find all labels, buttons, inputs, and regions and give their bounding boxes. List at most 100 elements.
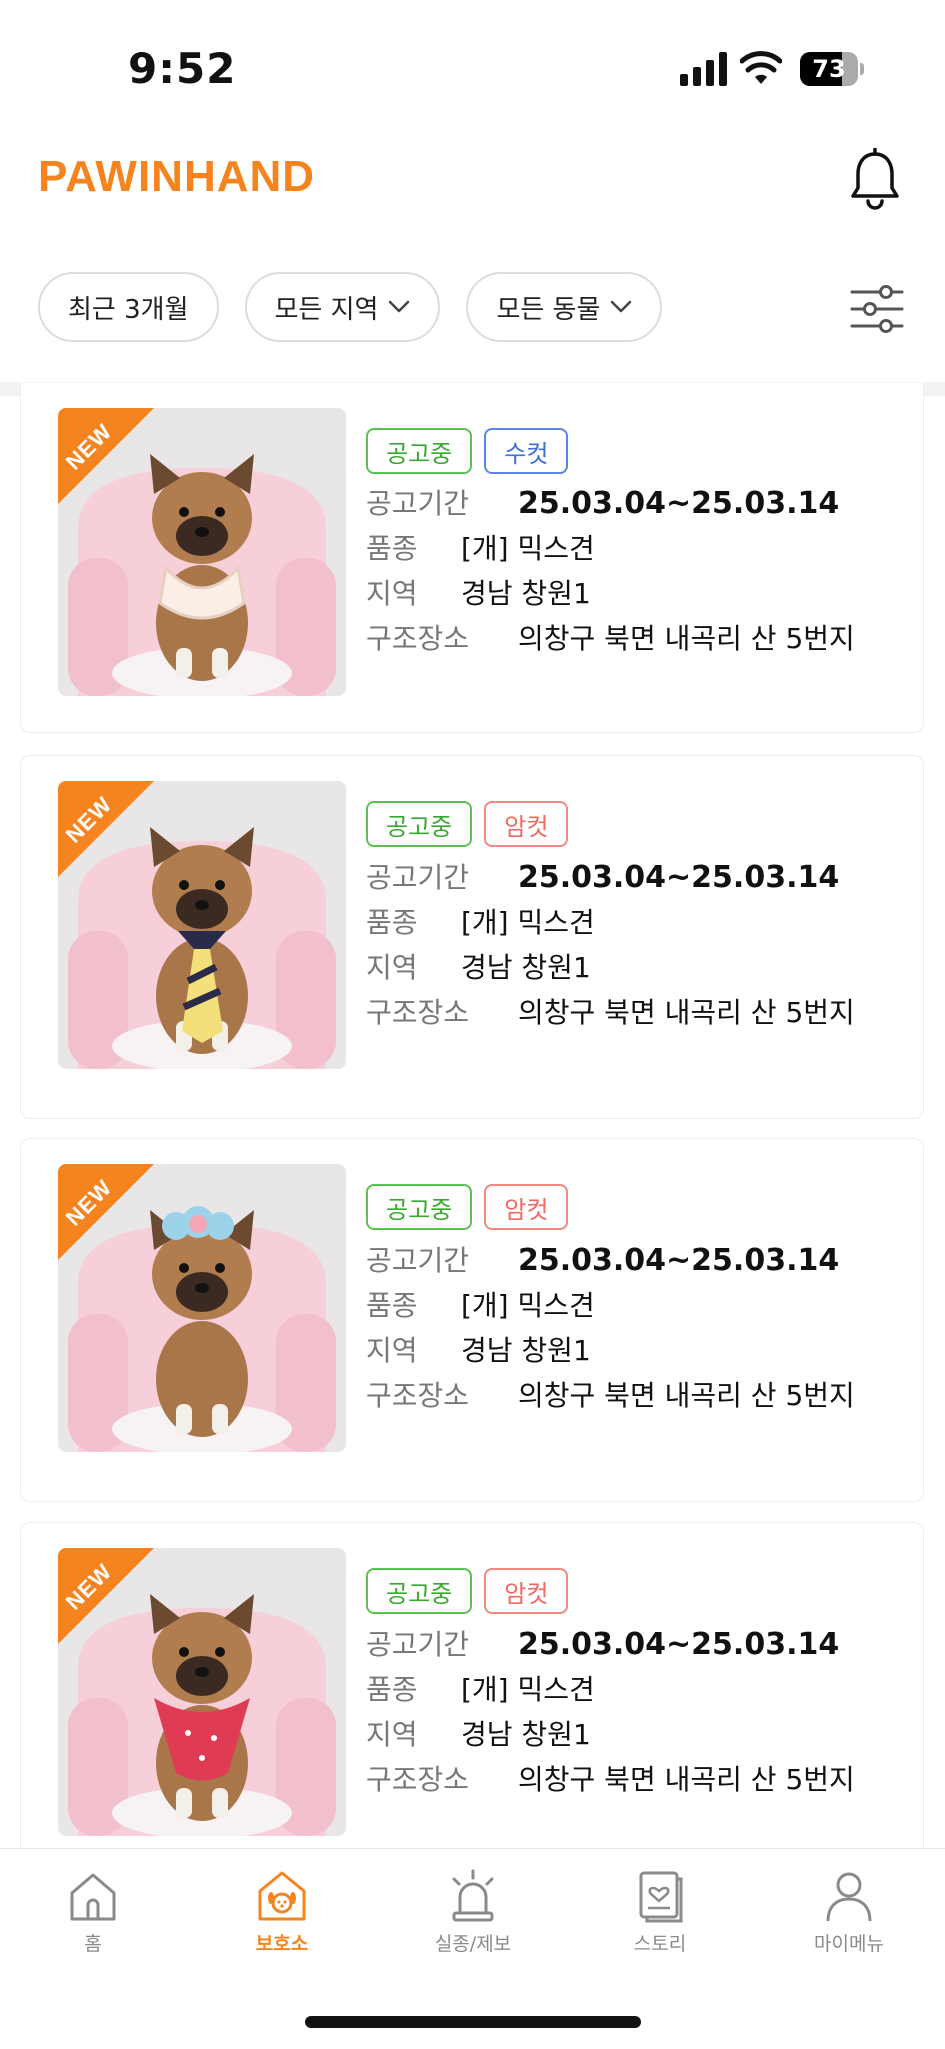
nav-label-story: 스토리 [633, 1933, 687, 1955]
animal-photo: NEW [58, 781, 346, 1069]
region-row: 지역 경남 창원1 [366, 1713, 591, 1753]
rescue-place-row: 구조장소 의창구 북면 내곡리 산 5번지 [366, 991, 855, 1031]
animal-card[interactable]: NEW 공고중 암컷 공고기간 25.03.04~25.03.14 품종 [개] 믹… [20, 1522, 924, 1886]
nav-item-shelter[interactable]: 보호소 [222, 1867, 342, 1956]
period-label: 공고기간 [366, 1244, 470, 1277]
animal-filter-label: 모든 동물 [496, 294, 601, 325]
status-bar: 9:52 73 [0, 0, 945, 120]
nav-item-story[interactable]: 스토리 [600, 1867, 720, 1956]
period-label: 공고기간 [366, 1628, 470, 1661]
period-row: 공고기간 25.03.04~25.03.14 [366, 856, 839, 896]
siren-icon [452, 1869, 494, 1922]
region-row: 지역 경남 창원1 [366, 946, 591, 986]
animal-photo: NEW [58, 408, 346, 696]
cellular-signal-icon [680, 52, 727, 86]
breed-row: 품종 [개] 믹스견 [366, 1284, 595, 1324]
rescue-place-label: 구조장소 [366, 996, 470, 1029]
person-icon [826, 1872, 872, 1922]
new-badge: NEW [58, 408, 154, 504]
period-label: 공고기간 [366, 487, 470, 520]
story-icon [639, 1871, 683, 1923]
notice-status-badge: 공고중 [366, 428, 473, 474]
wifi-icon [740, 51, 782, 84]
filter-bar: 최근 3개월 모든 지역 모든 동물 [38, 272, 663, 346]
region-label: 지역 [366, 951, 418, 984]
period-row: 공고기간 25.03.04~25.03.14 [366, 1623, 839, 1663]
home-indicator [305, 2016, 641, 2028]
status-time: 9:52 [128, 44, 237, 93]
region-value: 경남 창원1 [461, 951, 591, 984]
filter-settings-icon[interactable] [850, 282, 904, 336]
rescue-place-row: 구조장소 의창구 북면 내곡리 산 5번지 [366, 617, 855, 657]
breed-label: 품종 [366, 1289, 418, 1322]
region-value: 경남 창원1 [461, 1718, 591, 1751]
gender-badge: 암컷 [484, 1184, 569, 1230]
nav-label-shelter: 보호소 [255, 1933, 309, 1955]
nav-item-my-menu[interactable]: 마이메뉴 [789, 1867, 909, 1956]
period-filter-button[interactable]: 최근 3개월 [38, 272, 219, 342]
nav-label-home: 홈 [84, 1933, 102, 1955]
period-label: 공고기간 [366, 861, 470, 894]
nav-label-missing-report: 실종/제보 [434, 1933, 512, 1955]
breed-value: [개] 믹스견 [461, 1289, 595, 1322]
breed-row: 품종 [개] 믹스견 [366, 527, 595, 567]
breed-value: [개] 믹스견 [461, 906, 595, 939]
breed-row: 품종 [개] 믹스견 [366, 1668, 595, 1708]
region-value: 경남 창원1 [461, 577, 591, 610]
region-filter-label: 모든 지역 [274, 294, 379, 325]
rescue-place-row: 구조장소 의창구 북면 내곡리 산 5번지 [366, 1758, 855, 1798]
breed-value: [개] 믹스견 [461, 1673, 595, 1706]
notice-status-badge: 공고중 [366, 1184, 473, 1230]
period-row: 공고기간 25.03.04~25.03.14 [366, 1239, 839, 1279]
app-logo: PAWINHAND [38, 152, 316, 201]
period-row: 공고기간 25.03.04~25.03.14 [366, 482, 839, 522]
rescue-place-row: 구조장소 의창구 북면 내곡리 산 5번지 [366, 1374, 855, 1414]
battery-indicator: 73 [800, 52, 864, 86]
animal-filter-dropdown[interactable]: 모든 동물 [466, 272, 663, 342]
region-label: 지역 [366, 577, 418, 610]
breed-value: [개] 믹스견 [461, 532, 595, 565]
notice-status-badge: 공고중 [366, 801, 473, 847]
period-value: 25.03.04~25.03.14 [518, 1627, 840, 1662]
notice-status-badge: 공고중 [366, 1568, 473, 1614]
new-badge: NEW [58, 781, 154, 877]
rescue-place-value: 의창구 북면 내곡리 산 5번지 [518, 996, 855, 1029]
notification-bell-icon[interactable] [848, 148, 902, 210]
new-badge: NEW [58, 1548, 154, 1644]
nav-item-missing-report[interactable]: 실종/제보 [413, 1867, 533, 1956]
region-filter-dropdown[interactable]: 모든 지역 [244, 272, 441, 342]
chevron-down-icon [389, 300, 410, 313]
rescue-place-label: 구조장소 [366, 622, 470, 655]
home-icon [70, 1873, 116, 1921]
breed-label: 품종 [366, 906, 418, 939]
rescue-place-value: 의창구 북면 내곡리 산 5번지 [518, 1763, 855, 1796]
rescue-place-value: 의창구 북면 내곡리 산 5번지 [518, 1379, 855, 1412]
period-value: 25.03.04~25.03.14 [518, 486, 840, 521]
period-filter-label: 최근 3개월 [68, 294, 189, 325]
card-tags: 공고중 수컷 [366, 428, 569, 474]
card-tags: 공고중 암컷 [366, 1184, 569, 1230]
gender-badge: 암컷 [484, 1568, 569, 1614]
rescue-place-value: 의창구 북면 내곡리 산 5번지 [518, 622, 855, 655]
nav-item-home[interactable]: 홈 [33, 1867, 153, 1956]
gender-badge: 암컷 [484, 801, 569, 847]
period-value: 25.03.04~25.03.14 [518, 1243, 840, 1278]
new-badge: NEW [58, 1164, 154, 1260]
animal-photo: NEW [58, 1548, 346, 1836]
gender-badge: 수컷 [484, 428, 569, 474]
nav-label-my-menu: 마이메뉴 [814, 1933, 884, 1955]
animal-card[interactable]: NEW 공고중 암컷 공고기간 25.03.04~25.03.14 품종 [개] 믹… [20, 755, 924, 1119]
rescue-place-label: 구조장소 [366, 1763, 470, 1796]
animal-card[interactable]: NEW 공고중 암컷 공고기간 25.03.04~25.03.14 품종 [개] 믹… [20, 1138, 924, 1502]
breed-row: 품종 [개] 믹스견 [366, 901, 595, 941]
card-tags: 공고중 암컷 [366, 1568, 569, 1614]
shelter-icon [258, 1871, 306, 1921]
region-label: 지역 [366, 1718, 418, 1751]
region-value: 경남 창원1 [461, 1334, 591, 1367]
chevron-down-icon [611, 300, 632, 313]
card-tags: 공고중 암컷 [366, 801, 569, 847]
rescue-place-label: 구조장소 [366, 1379, 470, 1412]
animal-card[interactable]: NEW 공고중 수컷 공고기간 25.03.04~25.03.14 품종 [개] 믹… [20, 383, 924, 733]
breed-label: 품종 [366, 1673, 418, 1706]
region-label: 지역 [366, 1334, 418, 1367]
